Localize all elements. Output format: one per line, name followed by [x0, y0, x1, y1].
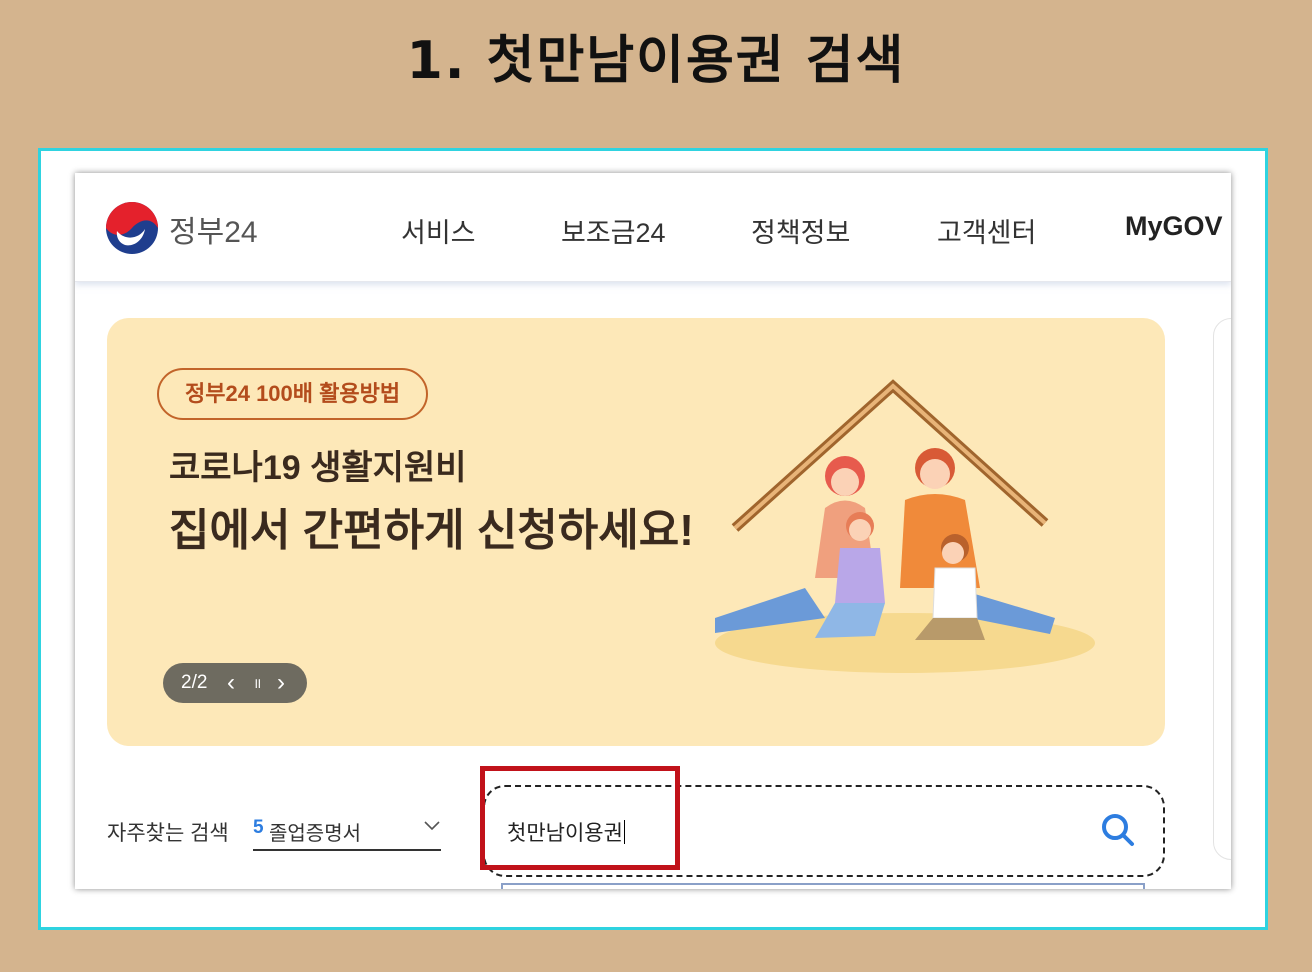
banner-subtitle: 코로나19 생활지원비: [169, 449, 467, 487]
search-suggestions-dropdown: [501, 883, 1145, 889]
nav-policy-info[interactable]: 정책정보: [751, 211, 850, 250]
brand-name[interactable]: 정부24: [169, 207, 258, 251]
frequent-search-item: 졸업증명서: [269, 823, 361, 845]
screenshot-frame: 정부24 서비스 보조금24 정책정보 고객센터 MyGOV 정부24 100배…: [38, 148, 1268, 930]
promo-banner[interactable]: 정부24 100배 활용방법 코로나19 생활지원비 집에서 간편하게 신청하세…: [107, 318, 1165, 746]
site-header: 정부24 서비스 보조금24 정책정보 고객센터 MyGOV: [75, 173, 1231, 282]
nav-services[interactable]: 서비스: [401, 211, 476, 250]
pager-pause-icon[interactable]: ॥: [253, 663, 261, 703]
side-panel-edge: [1213, 318, 1231, 860]
banner-pager: 2/2 ‹ ॥ ›: [163, 663, 307, 703]
search-icon[interactable]: [1099, 811, 1137, 849]
slide-title: 1. 첫만남이용권 검색: [406, 31, 906, 91]
pager-next-icon[interactable]: ›: [277, 663, 285, 703]
frequent-search-rank: 5: [253, 817, 264, 838]
nav-mygov[interactable]: MyGOV: [1125, 211, 1223, 242]
gov24-page: 정부24 서비스 보조금24 정책정보 고객센터 MyGOV 정부24 100배…: [75, 173, 1231, 889]
chevron-down-icon: [424, 821, 440, 831]
pager-count: 2/2: [181, 672, 208, 693]
frequent-search-select[interactable]: 5 졸업증명서: [253, 809, 441, 851]
nav-customer-center[interactable]: 고객센터: [937, 211, 1036, 250]
pager-prev-icon[interactable]: ‹: [227, 663, 235, 703]
gov-emblem-icon[interactable]: [105, 201, 159, 255]
family-house-illustration: [715, 379, 1095, 673]
nav-subsidy24[interactable]: 보조금24: [561, 211, 666, 250]
banner-tag: 정부24 100배 활용방법: [157, 368, 429, 420]
banner-headline: 집에서 간편하게 신청하세요!: [169, 506, 694, 555]
frequent-search-label: 자주찾는 검색: [107, 822, 229, 845]
highlight-box: [480, 766, 680, 870]
